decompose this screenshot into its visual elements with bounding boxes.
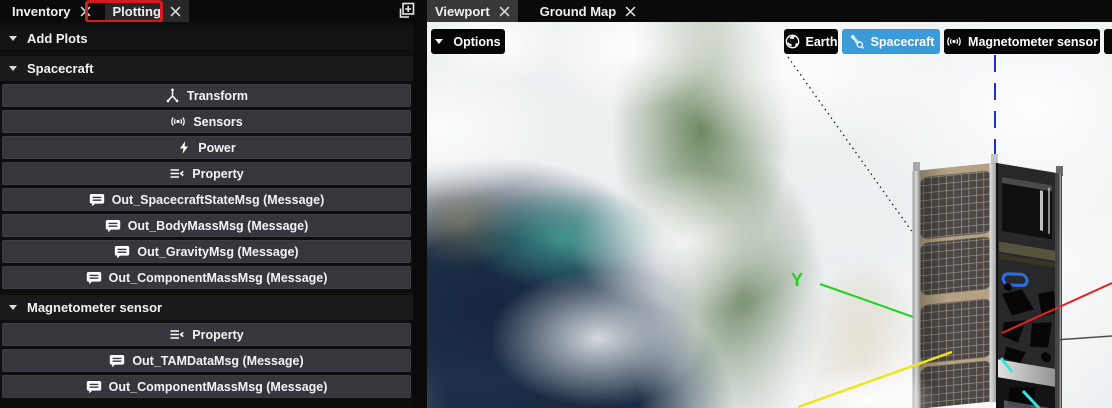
right-panel: Viewport Ground Map [427,0,1112,408]
message-icon [86,271,102,285]
viewport-3d-scene[interactable]: Y [427,22,1112,408]
button-label: Out_SpacecraftStateMsg (Message) [112,193,325,207]
close-icon[interactable] [170,6,181,17]
button-label: Out_GravityMsg (Message) [137,245,298,259]
transform-icon [165,88,180,103]
tab-ground-map-label: Ground Map [540,4,617,19]
axis-y-line: Y [791,270,919,319]
button-label: Transform [187,89,248,103]
button-label: Out_BodyMassMsg (Message) [128,219,309,233]
section-title: Magnetometer sensor [27,300,162,315]
plot-button-transform[interactable]: Transform [2,84,411,107]
left-tab-bar: Inventory Plotting [0,0,427,22]
add-plots-header[interactable]: Add Plots [0,26,413,50]
plot-button-out-gravitymsg[interactable]: Out_GravityMsg (Message) [2,240,411,263]
plot-button-sensors[interactable]: Sensors [2,110,411,133]
spacecraft-icon [848,33,865,50]
options-label: Options [453,35,500,49]
button-label: Power [198,141,236,155]
axis-z-blue-dashed-line [993,55,997,171]
focus-button-spacecraft[interactable]: Spacecraft [842,29,940,54]
focus-button-partial[interactable] [1104,29,1112,54]
property-icon [169,327,185,342]
caret-down-icon [9,36,17,41]
message-icon [105,219,121,233]
plot-button-power[interactable]: Power [2,136,411,159]
options-button[interactable]: Options [431,29,505,54]
add-view-icon[interactable] [397,2,415,20]
plot-button-out-bodymassmsg[interactable]: Out_BodyMassMsg (Message) [2,214,411,237]
section-header-magnetometer[interactable]: Magnetometer sensor [0,295,413,320]
plot-button-property[interactable]: Property [2,162,411,185]
tab-viewport[interactable]: Viewport [427,0,518,22]
spacecraft-model[interactable] [913,154,1064,408]
button-label: Property [192,167,243,181]
button-label: Property [192,328,243,342]
earth-icon [785,34,800,49]
plotting-panel-content: Add Plots Spacecraft Transform Sensors [0,22,413,408]
application-window: Inventory Plotting Add Plots Spacecraf [0,0,1112,408]
plot-button-out-componentmassmsg-spacecraft[interactable]: Out_ComponentMassMsg (Message) [2,266,411,289]
section-header-spacecraft[interactable]: Spacecraft [0,56,413,81]
button-label: Out_ComponentMassMsg (Message) [109,271,328,285]
caret-down-icon [9,305,17,310]
add-plots-label: Add Plots [27,31,88,46]
message-icon [109,354,125,368]
section-title: Spacecraft [27,61,93,76]
plot-button-property-magnetometer[interactable]: Property [2,323,411,346]
close-icon[interactable] [625,6,636,17]
plot-button-out-componentmassmsg-magnetometer[interactable]: Out_ComponentMassMsg (Message) [2,375,411,398]
focus-button-magnetometer[interactable]: Magnetometer sensor [944,29,1100,54]
sensors-icon [170,114,186,129]
close-icon[interactable] [80,6,91,17]
earth-button-label: Earth [806,35,838,49]
message-icon [89,193,105,207]
sensor-waves-icon [946,34,962,49]
message-icon [114,245,130,259]
caret-down-icon [435,39,443,44]
button-label: Out_ComponentMassMsg (Message) [109,380,328,394]
close-icon[interactable] [499,6,510,17]
button-label: Out_TAMDataMsg (Message) [132,354,303,368]
property-icon [169,166,185,181]
power-icon [177,140,191,155]
message-icon [86,380,102,394]
tab-inventory[interactable]: Inventory [4,0,99,22]
focus-button-earth[interactable]: Earth [784,29,838,54]
axis-gray-line [1055,336,1112,340]
caret-down-icon [9,66,17,71]
tab-plotting-label: Plotting [113,4,161,19]
plot-button-out-tamdatamsg[interactable]: Out_TAMDataMsg (Message) [2,349,411,372]
orbit-dotted-line [788,57,918,240]
tab-viewport-label: Viewport [435,4,490,19]
tab-inventory-label: Inventory [12,4,71,19]
right-tab-bar: Viewport Ground Map [427,0,1112,22]
tab-plotting[interactable]: Plotting [105,0,189,22]
magnetometer-button-label: Magnetometer sensor [968,35,1098,49]
plot-button-out-spacecraftstatemsg[interactable]: Out_SpacecraftStateMsg (Message) [2,188,411,211]
button-label: Sensors [193,115,242,129]
scene-overlay: Y [427,22,1112,408]
spacecraft-button-label: Spacecraft [871,35,935,49]
left-panel: Inventory Plotting Add Plots Spacecraf [0,0,427,408]
axis-y-label: Y [791,270,803,290]
tab-ground-map[interactable]: Ground Map [532,0,645,22]
